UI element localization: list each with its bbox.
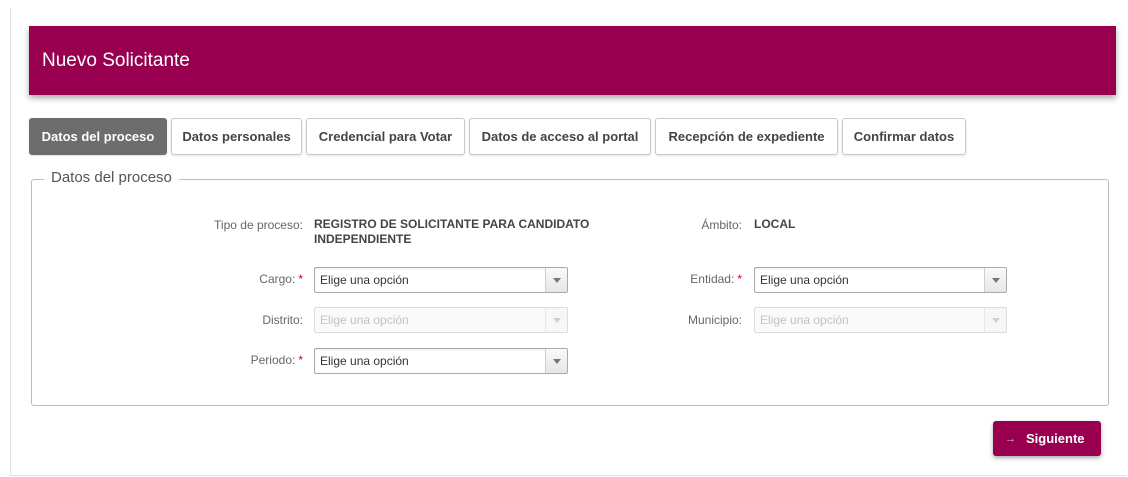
tipo-proceso-value: REGISTRO DE SOLICITANTE PARA CANDIDATO I… [314,217,589,247]
tab-recepcion-de-expediente[interactable]: Recepción de expediente [655,118,838,155]
tipo-proceso-value-line2: INDEPENDIENTE [314,232,412,246]
tab-confirmar-datos[interactable]: Confirmar datos [842,118,966,155]
cargo-label-text: Cargo: [259,272,296,286]
municipio-select: Elige una opción [754,307,1007,333]
periodo-select[interactable]: Elige una opción [314,348,568,374]
arrow-right-icon: → [1005,432,1016,445]
entidad-select[interactable]: Elige una opción [754,267,1007,293]
fieldset-legend: Datos del proceso [44,169,179,186]
tab-credencial-para-votar[interactable]: Credencial para Votar [306,118,465,155]
chevron-down-icon [545,308,567,332]
periodo-select-value: Elige una opción [320,354,409,368]
tipo-proceso-value-line1: REGISTRO DE SOLICITANTE PARA CANDIDATO [314,217,590,231]
entidad-select-value: Elige una opción [760,273,849,287]
cargo-label: Cargo: * [259,272,303,286]
next-button-label: Siguiente [1026,431,1085,446]
cargo-select-value: Elige una opción [320,273,409,287]
ambito-label: Ámbito: [701,218,742,232]
next-button[interactable]: → Siguiente [993,421,1101,456]
chevron-down-icon[interactable] [545,268,567,292]
entidad-label: Entidad: * [690,272,742,286]
cargo-select[interactable]: Elige una opción [314,267,568,293]
distrito-select: Elige una opción [314,307,568,333]
distrito-label: Distrito: [262,313,303,327]
tipo-proceso-label: Tipo de proceso: [214,218,303,232]
municipio-label: Municipio: [687,313,742,327]
tab-datos-del-proceso[interactable]: Datos del proceso [29,118,167,155]
wizard-tabs: Datos del proceso Datos personales Crede… [29,118,966,155]
entidad-label-text: Entidad: [690,272,735,286]
required-mark: * [737,272,742,286]
distrito-select-value: Elige una opción [320,313,409,327]
page-header: Nuevo Solicitante [29,26,1116,95]
periodo-label-text: Periodo: [250,353,296,367]
page-title: Nuevo Solicitante [42,49,190,71]
chevron-down-icon [984,308,1006,332]
chevron-down-icon[interactable] [545,349,567,373]
municipio-select-value: Elige una opción [760,313,849,327]
ambito-value: LOCAL [754,217,796,231]
required-mark: * [298,272,303,286]
required-mark: * [298,353,303,367]
periodo-label: Periodo: * [251,353,303,367]
chevron-down-icon[interactable] [984,268,1006,292]
tab-datos-de-acceso-al-portal[interactable]: Datos de acceso al portal [469,118,651,155]
tab-datos-personales[interactable]: Datos personales [171,118,302,155]
